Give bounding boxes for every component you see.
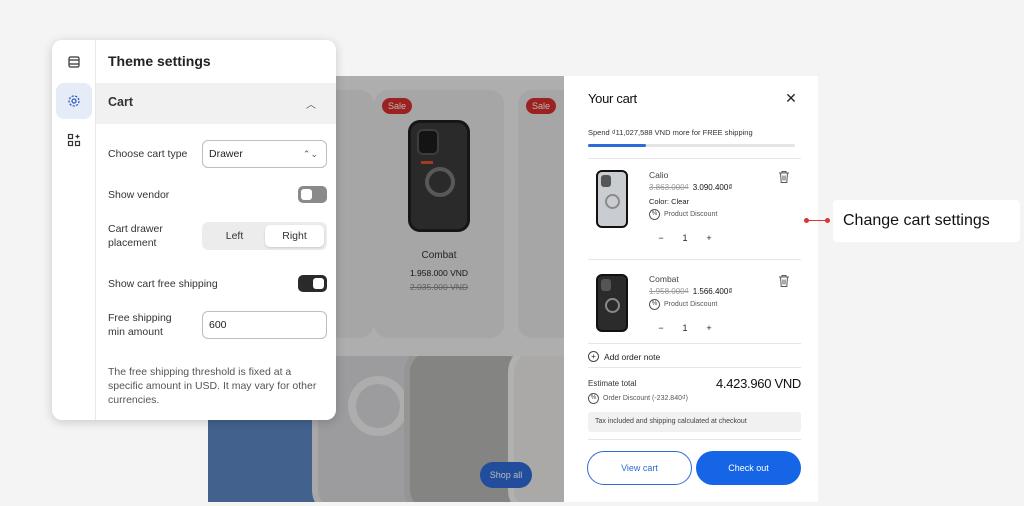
help-text: The free shipping threshold is fixed at …: [108, 366, 317, 406]
quantity-stepper: − 1 +: [649, 323, 721, 333]
item-old-price: 1.958.000₫: [649, 287, 689, 296]
cart-title: Your cart: [588, 91, 637, 106]
quantity-value[interactable]: 1: [673, 233, 697, 243]
estimate-total: 4.423.960 VND: [716, 376, 801, 391]
cart-item: Combat 1.958.000₫ 1.566.400₫ % Product Di…: [588, 268, 801, 358]
divider: [588, 367, 801, 368]
free-shipping-message: Spend ₫11,027,588 VND more for FREE ship…: [588, 128, 753, 137]
item-old-price: 3.863.000₫: [649, 183, 689, 192]
discount-icon: %: [588, 393, 599, 404]
plus-button[interactable]: +: [697, 323, 721, 333]
order-note-link[interactable]: + Add order note: [588, 351, 660, 362]
chevron-up-icon[interactable]: ︿: [306, 96, 316, 111]
estimate-label: Estimate total: [588, 379, 637, 388]
minus-button[interactable]: −: [649, 233, 673, 243]
minus-button[interactable]: −: [649, 323, 673, 333]
cart-item: Calio 3.863.000₫ 3.090.400₫ Color: Clear …: [588, 164, 801, 254]
item-price: 3.863.000₫ 3.090.400₫: [649, 183, 732, 192]
discount-label: Product Discount: [664, 211, 718, 218]
callout-label: Change cart settings: [833, 200, 1020, 242]
add-icon: +: [588, 351, 599, 362]
view-cart-button[interactable]: View cart: [587, 451, 692, 485]
gear-icon[interactable]: [56, 83, 92, 119]
item-name[interactable]: Combat: [649, 274, 679, 284]
show-vendor-label: Show vendor: [108, 189, 170, 201]
settings-rail: [52, 40, 96, 420]
discount-label: Product Discount: [664, 301, 718, 308]
panel-title: Theme settings: [108, 53, 211, 69]
cart-drawer: Your cart ✕ Spend ₫11,027,588 VND more f…: [564, 76, 818, 502]
discount-icon: %: [649, 209, 660, 220]
free-shipping-label: Show cart free shipping: [108, 278, 218, 290]
trash-icon[interactable]: [778, 170, 790, 184]
section-title: Cart: [108, 95, 134, 109]
cart-section-header[interactable]: Cart ︿: [96, 83, 336, 124]
plus-button[interactable]: +: [697, 233, 721, 243]
cart-type-label: Choose cart type: [108, 148, 188, 160]
cart-type-value: Drawer: [209, 148, 243, 160]
item-name[interactable]: Calio: [649, 170, 668, 180]
divider: [588, 158, 801, 159]
item-discount: % Product Discount: [649, 299, 717, 310]
item-variant: Color: Clear: [649, 197, 690, 206]
placement-right-option[interactable]: Right: [265, 225, 324, 247]
apps-add-icon[interactable]: [56, 122, 92, 158]
item-discount: % Product Discount: [649, 209, 717, 220]
item-sale-price: 3.090.400₫: [692, 183, 733, 192]
placement-segmented-control: Left Right: [202, 222, 327, 250]
theme-settings-panel: Theme settings Cart ︿ Choose cart type D…: [52, 40, 336, 420]
product-thumbnail[interactable]: [596, 170, 628, 228]
discount-icon: %: [649, 299, 660, 310]
quantity-value[interactable]: 1: [673, 323, 697, 333]
min-amount-input[interactable]: [202, 311, 327, 339]
callout-dot: [825, 218, 830, 223]
product-thumbnail[interactable]: [596, 274, 628, 332]
free-shipping-toggle[interactable]: [298, 275, 327, 292]
divider: [588, 259, 801, 260]
divider: [588, 439, 801, 440]
placement-label: Cart drawer placement: [108, 223, 163, 249]
placement-left-option[interactable]: Left: [205, 225, 264, 247]
item-sale-price: 1.566.400₫: [692, 287, 733, 296]
cart-type-select[interactable]: Drawer ⌃⌄: [202, 140, 327, 168]
order-discount: % Order Discount (-232.840₫): [588, 393, 688, 404]
tax-note: Tax included and shipping calculated at …: [588, 412, 801, 432]
show-vendor-toggle[interactable]: [298, 186, 327, 203]
chevron-updown-icon: ⌃⌄: [302, 149, 318, 159]
quantity-stepper: − 1 +: [649, 233, 721, 243]
min-amount-label: Free shipping min amount: [108, 312, 172, 338]
item-price: 1.958.000₫ 1.566.400₫: [649, 287, 732, 296]
close-icon[interactable]: ✕: [783, 90, 799, 106]
order-discount-label: Order Discount (-232.840₫): [603, 395, 688, 402]
divider: [588, 343, 801, 344]
checkout-button[interactable]: Check out: [696, 451, 801, 485]
order-note-label: Add order note: [604, 351, 661, 362]
trash-icon[interactable]: [778, 274, 790, 288]
sections-icon[interactable]: [56, 44, 92, 80]
free-shipping-progress: [588, 144, 795, 147]
